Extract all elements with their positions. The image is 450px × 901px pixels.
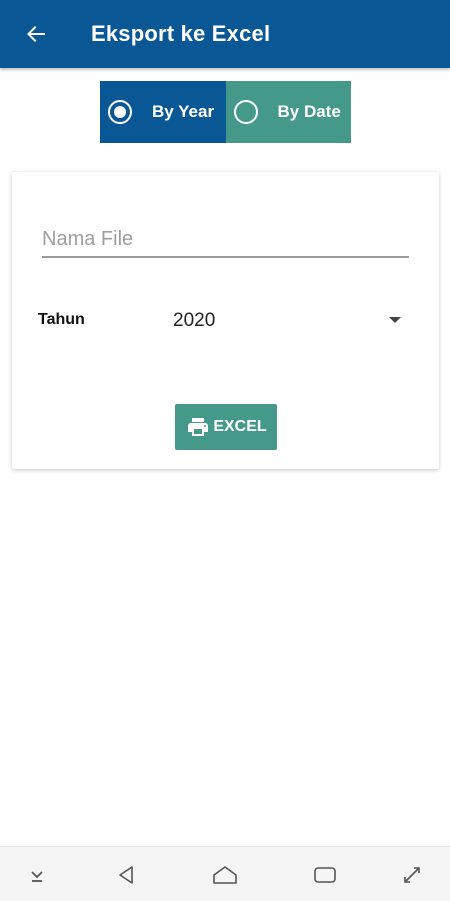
radio-unselected-icon (233, 100, 258, 124)
by-year-option[interactable]: By Year (100, 81, 226, 143)
app-bar: Eksport ke Excel (0, 0, 450, 68)
system-nav-bar (0, 846, 450, 901)
dropdown-arrow-icon (389, 317, 401, 323)
nav-home-button[interactable] (211, 861, 239, 889)
arrow-left-icon (27, 26, 45, 42)
export-form-card: Tahun 2020 EXCEL (12, 172, 439, 469)
mode-toggle: By Year By Date (100, 81, 351, 143)
radio-selected-icon (108, 100, 132, 124)
page-title: Eksport ke Excel (91, 21, 271, 46)
nav-expand-button[interactable] (398, 861, 426, 889)
year-value: 2020 (173, 310, 216, 331)
by-date-option[interactable]: By Date (225, 81, 351, 143)
year-dropdown[interactable]: 2020 (173, 302, 401, 340)
nav-recents-button[interactable] (311, 861, 339, 889)
printer-icon (188, 418, 209, 436)
year-label: Tahun (38, 311, 85, 328)
back-button[interactable] (18, 16, 54, 52)
recents-icon (314, 867, 336, 883)
hide-keyboard-icon (31, 871, 43, 882)
expand-icon (404, 867, 420, 883)
export-excel-button[interactable]: EXCEL (175, 404, 277, 450)
home-icon (213, 866, 237, 884)
export-button-label: EXCEL (213, 418, 267, 435)
file-name-input[interactable] (42, 222, 409, 258)
back-triangle-icon (119, 866, 133, 884)
hide-keyboard-button[interactable] (23, 861, 51, 889)
by-year-label: By Year (152, 102, 215, 121)
by-date-label: By Date (277, 102, 341, 121)
nav-back-button[interactable] (112, 861, 140, 889)
